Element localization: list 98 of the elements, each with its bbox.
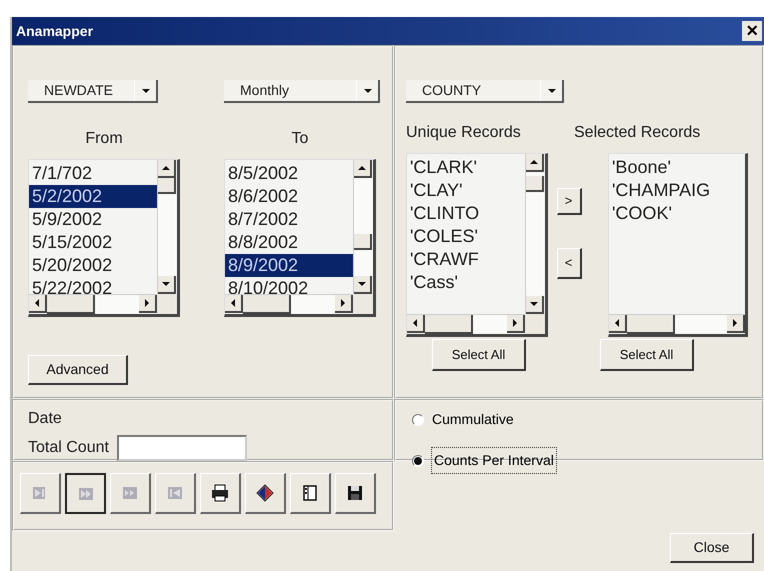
scroll-thumb[interactable]: [243, 295, 291, 314]
list-item[interactable]: 8/9/2002: [225, 254, 353, 277]
down-arrow-icon: [162, 282, 170, 286]
list-item[interactable]: 8/5/2002: [225, 162, 353, 185]
scroll-thumb[interactable]: [627, 315, 675, 334]
horizontal-scrollbar[interactable]: [609, 314, 745, 334]
list-item[interactable]: 'Boone': [609, 156, 745, 179]
list-item[interactable]: 'COLES': [407, 225, 525, 248]
list-item[interactable]: 8/10/2002: [225, 277, 353, 294]
horizontal-scrollbar[interactable]: [225, 294, 353, 314]
scroll-down-button[interactable]: [354, 276, 372, 294]
window-title: Anamapper: [16, 22, 94, 41]
listbox[interactable]: 8/5/2002 8/6/2002 8/7/2002 8/8/2002 8/9/2002 8/10/2002: [224, 159, 376, 317]
scrollbar-corner: [157, 294, 177, 314]
list-item[interactable]: 8/8/2002: [225, 231, 353, 254]
left-arrow-icon: [413, 319, 417, 327]
save-icon: [345, 483, 365, 503]
select-all-button[interactable]: Select All: [600, 339, 694, 371]
list-item[interactable]: 'CLARK': [407, 156, 525, 179]
listbox[interactable]: 'Boone' 'CHAMPAIG 'COOK': [608, 153, 748, 337]
dropdown[interactable]: COUNTY: [406, 80, 564, 103]
left-arrow-icon: [35, 299, 39, 307]
scroll-up-button[interactable]: [158, 160, 176, 178]
radio-button[interactable]: [412, 454, 424, 466]
list-item[interactable]: 8/6/2002: [225, 185, 353, 208]
list-item[interactable]: 'COOK': [609, 202, 745, 225]
down-arrow-icon: [358, 282, 366, 286]
vertical-scrollbar[interactable]: [525, 154, 545, 314]
listbox[interactable]: 'CLARK' 'CLAY' 'CLINTO 'COLES' 'CRAWF 'Cass': [406, 153, 548, 337]
scroll-right-button[interactable]: [139, 295, 157, 313]
vertical-scrollbar[interactable]: [353, 160, 373, 294]
up-arrow-icon: [358, 166, 366, 170]
horizontal-scrollbar[interactable]: [29, 294, 157, 314]
column-label: From: [84, 129, 124, 149]
scroll-right-button[interactable]: [507, 315, 525, 333]
scroll-left-button[interactable]: [609, 315, 627, 333]
down-arrow-icon: [548, 88, 556, 92]
right-arrow-icon: [513, 319, 517, 327]
left-arrow-icon: [615, 319, 619, 327]
diamond-icon: [255, 483, 275, 503]
right-arrow-icon: [733, 319, 737, 327]
list-item[interactable]: 5/2/2002: [29, 185, 157, 208]
scroll-right-button[interactable]: [335, 295, 353, 313]
horizontal-scrollbar[interactable]: [407, 314, 525, 334]
column-label: Selected Records: [574, 123, 702, 143]
total-count-field[interactable]: [116, 435, 247, 461]
column-label: Unique Records: [406, 123, 522, 143]
advanced-button[interactable]: Advanced: [28, 355, 128, 385]
add-button[interactable]: >: [556, 188, 582, 215]
list-item[interactable]: 8/7/2002: [225, 208, 353, 231]
right-arrow-icon: [145, 299, 149, 307]
scrollbar-corner: [353, 294, 373, 314]
list-item[interactable]: 'Cass': [407, 271, 525, 294]
list-item[interactable]: 5/15/2002: [29, 231, 157, 254]
total-count-label: Total Count: [28, 438, 109, 458]
list-item[interactable]: 7/1/702: [29, 162, 157, 185]
scroll-left-button[interactable]: [407, 315, 425, 333]
list-item[interactable]: 'CHAMPAIG: [609, 179, 745, 202]
scroll-thumb[interactable]: [526, 176, 544, 192]
dropdown[interactable]: NEWDATE: [28, 80, 158, 103]
dropdown[interactable]: Monthly: [224, 80, 380, 103]
right-arrow-icon: [341, 299, 345, 307]
scroll-down-button[interactable]: [158, 276, 176, 294]
scroll-thumb[interactable]: [47, 295, 95, 314]
remove-button[interactable]: <: [556, 248, 582, 279]
close-button[interactable]: ×: [742, 21, 762, 41]
scroll-up-button[interactable]: [354, 160, 372, 178]
list-item[interactable]: 'CLAY': [407, 179, 525, 202]
radio-option[interactable]: Cummulative: [412, 409, 514, 430]
scroll-down-button[interactable]: [526, 296, 544, 314]
scroll-up-button[interactable]: [526, 154, 544, 172]
scroll-left-button[interactable]: [29, 295, 47, 313]
scroll-thumb[interactable]: [425, 315, 473, 334]
scroll-left-button[interactable]: [225, 295, 243, 313]
list-item[interactable]: 'CRAWF: [407, 248, 525, 271]
down-arrow-icon: [364, 88, 372, 92]
list-item[interactable]: 5/22/2002: [29, 277, 157, 294]
printer-icon: [210, 483, 230, 503]
vertical-scrollbar[interactable]: [157, 160, 177, 294]
left-arrow-icon: [231, 299, 235, 307]
down-arrow-icon: [530, 302, 538, 306]
radio-button[interactable]: [412, 414, 424, 426]
list-item[interactable]: 'CLINTO: [407, 202, 525, 225]
listbox[interactable]: 7/1/702 5/2/2002 5/9/2002 5/15/2002 5/20/2002 5/22/2002: [28, 159, 180, 317]
list-item[interactable]: 5/9/2002: [29, 208, 157, 231]
select-all-button[interactable]: Select All: [432, 339, 526, 371]
down-arrow-icon: [142, 88, 150, 92]
scroll-right-button[interactable]: [727, 315, 745, 333]
list-item[interactable]: 5/20/2002: [29, 254, 157, 277]
up-arrow-icon: [530, 160, 538, 164]
scrollbar-corner: [525, 314, 545, 334]
radio-option[interactable]: Counts Per Interval: [412, 448, 556, 473]
date-label: Date: [28, 409, 63, 429]
close-button[interactable]: Close: [670, 533, 754, 563]
scroll-thumb[interactable]: [158, 178, 176, 194]
up-arrow-icon: [162, 166, 170, 170]
column-label: To: [290, 129, 310, 149]
scroll-thumb[interactable]: [354, 234, 372, 250]
